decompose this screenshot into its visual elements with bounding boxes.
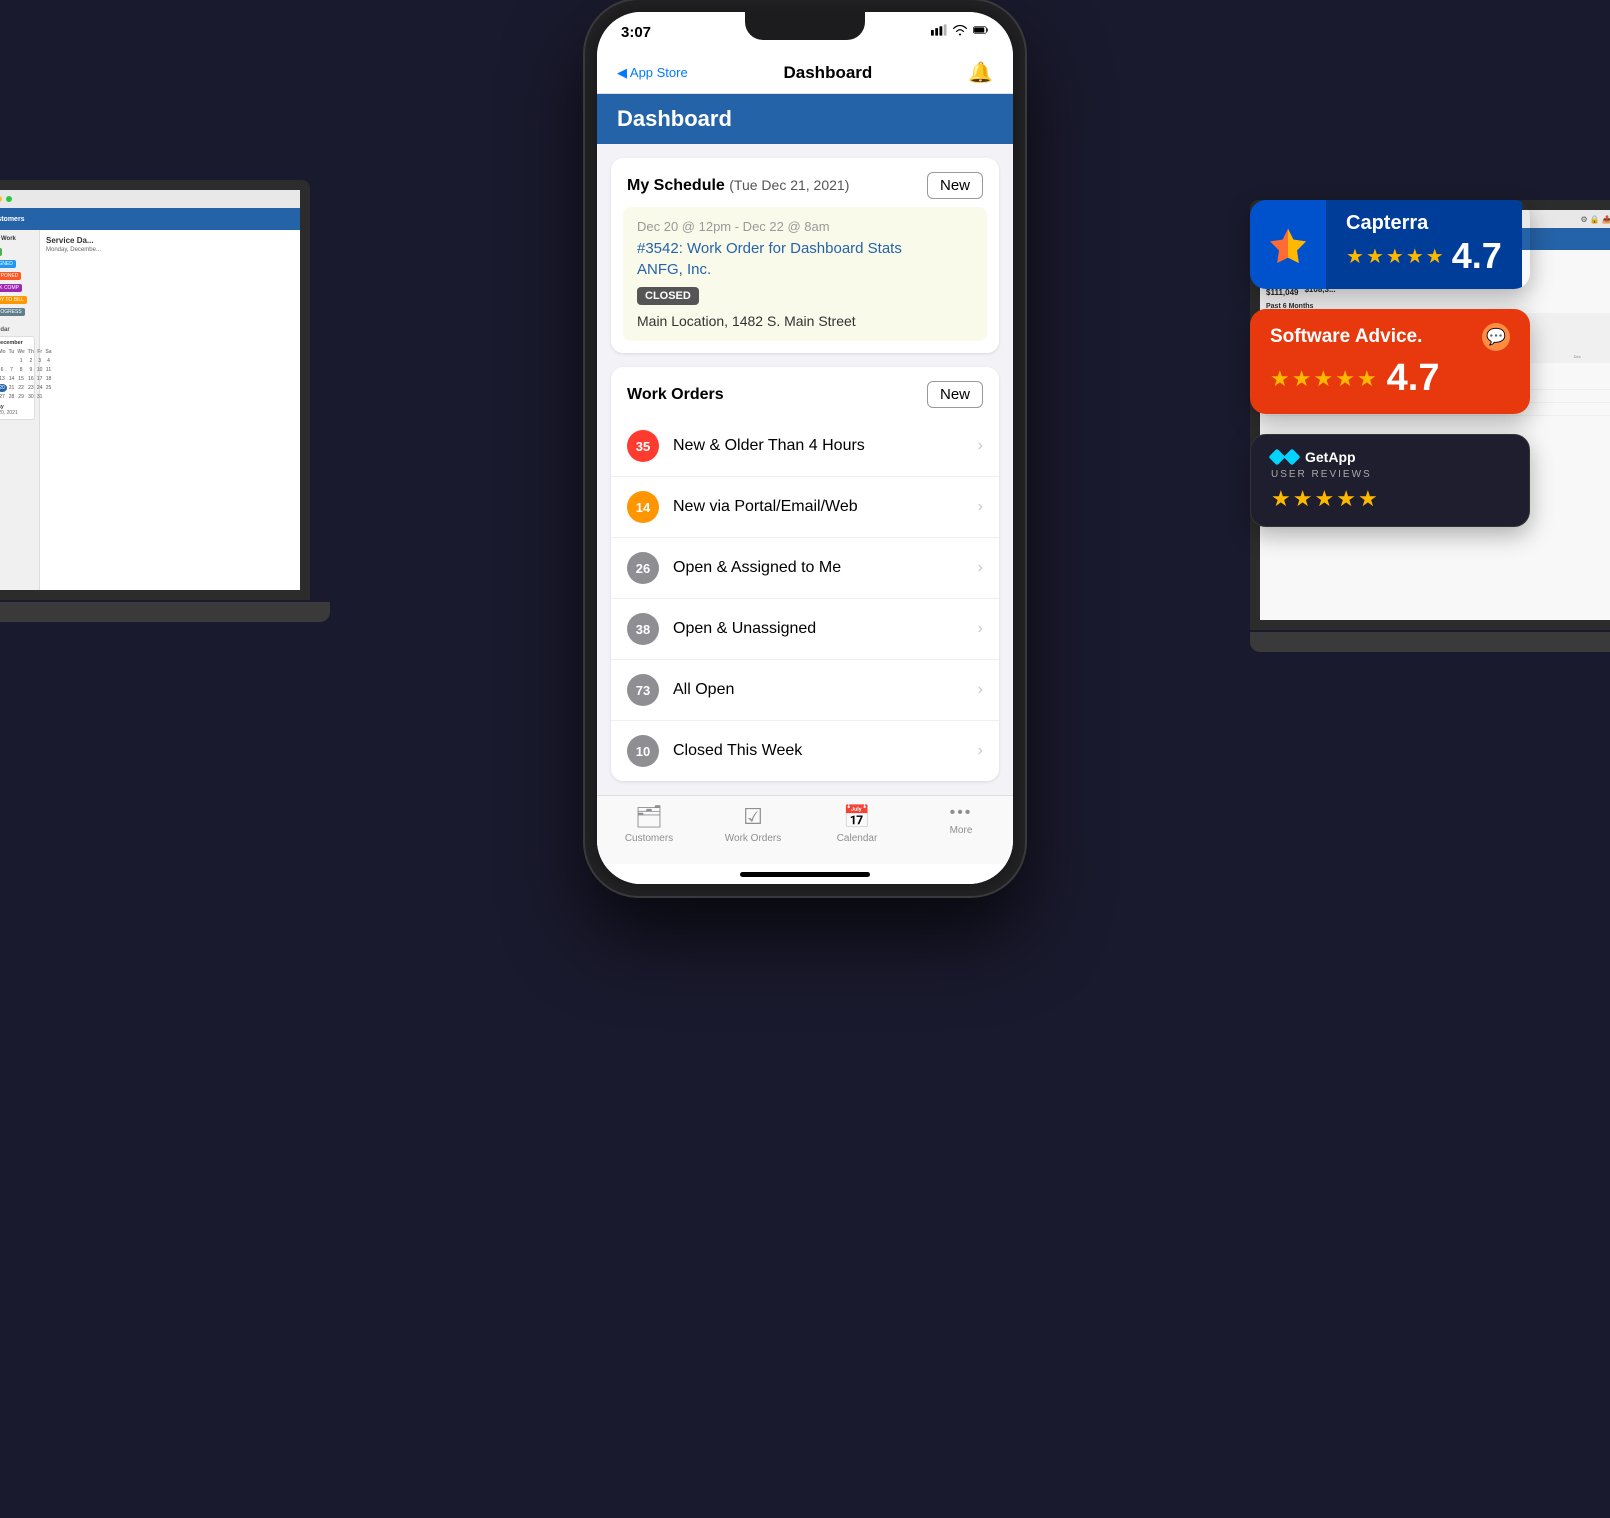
phone: 3:07 — [585, 0, 1025, 896]
wo-item-5[interactable]: 73 All Open › — [611, 660, 999, 721]
schedule-date: (Tue Dec 21, 2021) — [729, 177, 849, 193]
schedule-item[interactable]: Dec 20 @ 12pm - Dec 22 @ 8am #3542: Work… — [623, 207, 987, 341]
window-maximize[interactable] — [6, 196, 12, 202]
capterra-stars: ★ ★ ★ ★ ★ — [1346, 244, 1444, 269]
ll-today-date: Dec 20, 2021 — [0, 410, 31, 416]
wo-label-3: Open & Assigned to Me — [673, 559, 978, 577]
wo-chevron-5: › — [978, 681, 983, 699]
tab-customers-label: Customers — [625, 833, 673, 844]
schedule-card: My Schedule (Tue Dec 21, 2021) New Dec 2… — [611, 158, 999, 353]
wo-badge-4: 38 — [627, 613, 659, 645]
wo-item-2[interactable]: 14 New via Portal/Email/Web › — [611, 477, 999, 538]
notch — [745, 12, 865, 40]
wifi-icon — [952, 24, 968, 36]
tab-more-label: More — [950, 825, 973, 836]
tab-work-orders[interactable]: ☑ Work Orders — [701, 804, 805, 844]
tab-customers[interactable]: 🗂 Customers — [597, 804, 701, 844]
capterra-icon — [1270, 227, 1306, 263]
ll-nav-title: Customers — [0, 216, 25, 223]
wo-chevron-6: › — [978, 742, 983, 760]
capterra-name: Capterra — [1346, 212, 1502, 235]
ll-service-title: Service Da... — [46, 236, 294, 245]
status-time: 3:07 — [621, 24, 651, 41]
badge-bill[interactable]: READY TO BILL — [0, 296, 27, 304]
work-orders-icon: ☑ — [743, 804, 763, 830]
capterra-score: 4.7 — [1452, 235, 1502, 277]
tab-work-orders-label: Work Orders — [725, 833, 782, 844]
ll-open-work: Open Work — [0, 236, 35, 242]
sa-icon: 💬 — [1482, 323, 1510, 351]
ll-calendar-title: Calendar — [0, 327, 35, 333]
software-advice-badge: Software Advice. 💬 ★ ★ ★ ★ ★ 4.7 — [1250, 309, 1530, 414]
sched-date-range: Dec 20 @ 12pm - Dec 22 @ 8am — [637, 219, 973, 234]
sched-address: Main Location, 1482 S. Main Street — [637, 313, 973, 329]
blue-header: Dashboard — [597, 94, 1013, 144]
wo-label-6: Closed This Week — [673, 742, 978, 760]
wo-label-5: All Open — [673, 681, 978, 699]
sa-stars: ★ ★ ★ ★ ★ — [1270, 366, 1377, 392]
ll-service-subtitle: Monday, Decembe... — [46, 247, 294, 253]
wo-item-6[interactable]: 10 Closed This Week › — [611, 721, 999, 781]
more-icon: ••• — [950, 804, 973, 822]
badge-progress[interactable]: IN PROGRESS — [0, 308, 25, 316]
badge-assigned[interactable]: ASSIGNED — [0, 260, 16, 268]
badge-complete[interactable]: WORK COMP — [0, 284, 22, 292]
home-bar — [740, 872, 870, 877]
wo-chevron-1: › — [978, 437, 983, 455]
wo-label-1: New & Older Than 4 Hours — [673, 437, 978, 455]
wo-badge-5: 73 — [627, 674, 659, 706]
nav-title: Dashboard — [784, 63, 873, 83]
status-icons — [931, 24, 989, 36]
badge-postponed[interactable]: POSTPONED — [0, 272, 21, 280]
wo-badge-3: 26 — [627, 552, 659, 584]
schedule-new-button[interactable]: New — [927, 172, 983, 199]
capterra-badge: Capterra ★ ★ ★ ★ ★ 4.7 — [1250, 200, 1530, 289]
badge-new[interactable]: NEW — [0, 248, 2, 256]
wo-chevron-2: › — [978, 498, 983, 516]
sched-company[interactable]: ANFG, Inc. — [637, 261, 973, 278]
ga-rating-row: ★ ★ ★ ★ ★ — [1271, 486, 1509, 512]
wo-badge-6: 10 — [627, 735, 659, 767]
wo-badge-2: 14 — [627, 491, 659, 523]
ga-stars: ★ ★ ★ ★ ★ — [1271, 486, 1378, 512]
bell-icon[interactable]: 🔔 — [968, 60, 993, 85]
wo-chevron-4: › — [978, 620, 983, 638]
sa-name: Software Advice. — [1270, 326, 1422, 348]
tab-calendar[interactable]: 📅 Calendar — [805, 804, 909, 844]
tab-bar: 🗂 Customers ☑ Work Orders 📅 Calendar •••… — [597, 795, 1013, 864]
nav-back[interactable]: ◀ App Store — [617, 65, 688, 81]
wo-badge-1: 35 — [627, 430, 659, 462]
work-orders-card: Work Orders New 35 New & Older Than 4 Ho… — [611, 367, 999, 781]
ga-logo: GetApp — [1271, 449, 1356, 465]
sched-status-badge: CLOSED — [637, 287, 699, 305]
laptop-left: Customers Open Work NEW ASSIGNED POSTPON… — [0, 180, 350, 700]
wo-new-button[interactable]: New — [927, 381, 983, 408]
wo-chevron-3: › — [978, 559, 983, 577]
tab-calendar-label: Calendar — [837, 833, 878, 844]
battery-icon — [973, 24, 989, 36]
wo-item-1[interactable]: 35 New & Older Than 4 Hours › — [611, 416, 999, 477]
customers-icon: 🗂 — [635, 804, 663, 830]
getapp-badge: GetApp USER REVIEWS ★ ★ ★ ★ ★ — [1250, 434, 1530, 527]
tab-more[interactable]: ••• More — [909, 804, 1013, 844]
sched-work-order[interactable]: #3542: Work Order for Dashboard Stats — [637, 240, 973, 257]
sa-score: 4.7 — [1387, 357, 1440, 400]
wo-label-4: Open & Unassigned — [673, 620, 978, 638]
wo-item-3[interactable]: 26 Open & Assigned to Me › — [611, 538, 999, 599]
phone-scroll[interactable]: My Schedule (Tue Dec 21, 2021) New Dec 2… — [597, 144, 1013, 884]
wo-label-2: New via Portal/Email/Web — [673, 498, 978, 516]
nav-bar: ◀ App Store Dashboard 🔔 — [597, 56, 1013, 94]
home-indicator — [597, 864, 1013, 884]
ratings-container: Capterra ★ ★ ★ ★ ★ 4.7 Software Advice. … — [1250, 200, 1530, 527]
dashboard-header-title: Dashboard — [617, 106, 732, 131]
calendar-icon: 📅 — [843, 804, 870, 830]
wo-item-4[interactable]: 38 Open & Unassigned › — [611, 599, 999, 660]
wo-title: Work Orders — [627, 386, 724, 404]
window-minimize[interactable] — [0, 196, 2, 202]
ga-sub: USER REVIEWS — [1271, 469, 1509, 480]
signal-icon — [931, 24, 947, 36]
schedule-title: My Schedule — [627, 177, 725, 194]
status-bar: 3:07 — [597, 12, 1013, 56]
